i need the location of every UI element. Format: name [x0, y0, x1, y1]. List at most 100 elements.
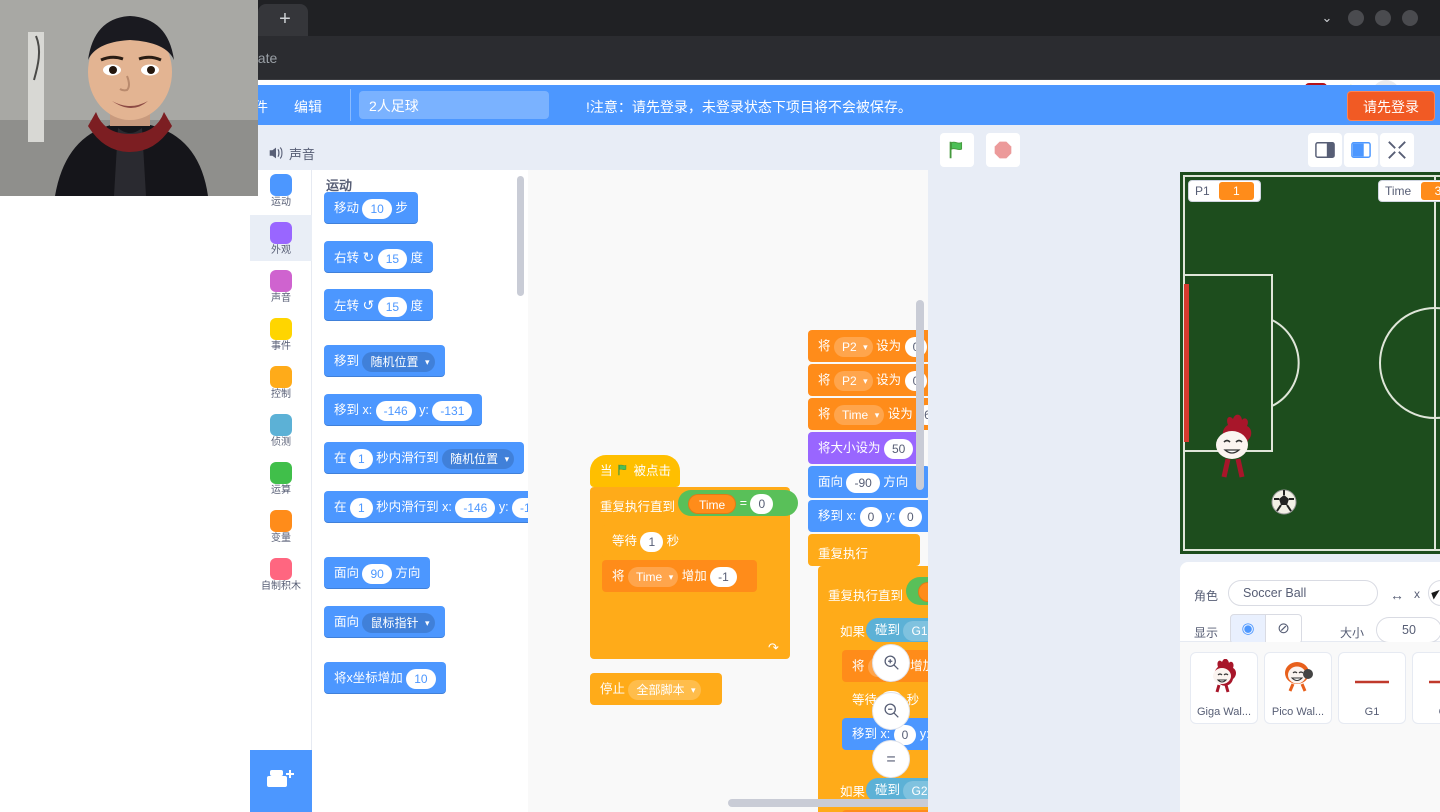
show-hidden-button[interactable]: ⊘ — [1266, 614, 1302, 644]
code-canvas[interactable]: 当 被点击重复执行直到Time = 0等待 1 秒将 Time 增加 -1↷停止… — [528, 170, 928, 812]
category-3[interactable]: 声音 — [250, 268, 312, 316]
sprite-thumbnail — [1191, 658, 1257, 698]
sprite-thumbnail — [1265, 659, 1331, 698]
palette-block-b7[interactable]: 在 1 秒内滑行到 x: -146 y: -131 — [324, 491, 528, 523]
webcam-video-overlay — [0, 0, 258, 196]
stage-svg — [1180, 172, 1440, 554]
show-visible-button[interactable]: ◉ — [1230, 614, 1266, 644]
category-9[interactable]: 自制积木 — [250, 556, 312, 604]
size-label: 大小 — [1340, 626, 1365, 640]
monitor-label: Time — [1385, 184, 1412, 198]
palette-block-b4[interactable]: 移到 随机位置 — [324, 345, 445, 377]
block-stop-all[interactable]: 停止 全部脚本 — [590, 673, 722, 705]
block-point-direction[interactable]: 面向 -90 方向 — [808, 466, 928, 498]
palette-block-b10[interactable]: 将x坐标增加 10 — [324, 662, 446, 694]
block-change-time-by[interactable]: 将 Time 增加 -1 — [602, 560, 757, 592]
palette-block-b6[interactable]: 在 1 秒内滑行到 随机位置 — [324, 442, 525, 474]
block-set-time[interactable]: 将 Time 设为 60 — [808, 398, 928, 430]
block-set-p2[interactable]: 将 P2 设为 0 — [808, 330, 928, 362]
category-5[interactable]: 控制 — [250, 364, 312, 412]
category-7[interactable]: 运算 — [250, 460, 312, 508]
category-6[interactable]: 侦测 — [250, 412, 312, 460]
window-minimize-button[interactable] — [1348, 10, 1364, 26]
stop-button[interactable] — [986, 133, 1020, 167]
login-button[interactable]: 请先登录 — [1347, 91, 1435, 121]
block-set-size[interactable]: 将大小设为 50 — [808, 432, 920, 464]
category-color-dot — [270, 318, 292, 340]
category-label: 控制 — [271, 389, 291, 400]
window-close-button[interactable] — [1402, 10, 1418, 26]
repeat-until-score-label: 重复执行直到 — [828, 589, 904, 603]
palette-block-b5[interactable]: 移到 x: -146 y: -131 — [324, 394, 483, 426]
category-label: 声音 — [271, 293, 291, 304]
chevron-down-icon[interactable]: ⌄ — [1315, 8, 1339, 28]
sprite-info-panel: 角色 Soccer Ball ↔ x -146 ↕ y -131 显示 ◉ ⊘ … — [1180, 562, 1440, 644]
sprite-card-4[interactable]: G2 — [1412, 652, 1440, 724]
menu-edit[interactable]: 编辑 — [294, 97, 322, 117]
sprite-thumbnail — [1339, 675, 1405, 694]
x-label: x — [1414, 587, 1420, 601]
category-4[interactable]: 事件 — [250, 316, 312, 364]
zoom-out-button[interactable] — [872, 692, 910, 730]
category-1[interactable]: 运动 — [250, 172, 312, 220]
block-set-p2b[interactable]: 将 P2 设为 0 — [808, 364, 928, 396]
repeat-until-label: 重复执行直到 — [600, 500, 676, 514]
zoom-reset-button[interactable]: = — [872, 740, 910, 778]
small-stage-button[interactable] — [1308, 133, 1342, 167]
monitor-time[interactable]: Time 37 — [1378, 180, 1440, 202]
block-wait-seconds[interactable]: 等待 1 秒 — [602, 525, 710, 557]
green-flag-button[interactable] — [940, 133, 974, 167]
add-extension-icon — [267, 770, 294, 787]
palette-block-b3[interactable]: 左转 ↺ 15 度 — [324, 289, 434, 321]
category-color-dot — [270, 174, 292, 196]
category-color-dot — [270, 222, 292, 244]
code-horizontal-scrollbar[interactable] — [728, 799, 928, 807]
sprite-card-3[interactable]: G1 — [1338, 652, 1406, 724]
stage-display[interactable]: P1 1Time 37P2 1 — [1180, 172, 1440, 554]
project-title-input[interactable]: 2人足球 — [359, 91, 549, 119]
sprite-card-label: G1 — [1364, 706, 1380, 718]
size-input[interactable]: 50 — [1376, 617, 1440, 643]
add-extension-button[interactable] — [250, 750, 312, 812]
block-equals-condition[interactable]: Time = 0 — [678, 490, 798, 516]
sprite-card-2[interactable]: Pico Wal... — [1264, 652, 1332, 724]
zoom-in-button[interactable] — [872, 644, 910, 682]
sprite-name-input[interactable]: Soccer Ball — [1228, 580, 1378, 606]
window-maximize-button[interactable] — [1375, 10, 1391, 26]
category-label: 侦测 — [271, 437, 291, 448]
code-vertical-scrollbar[interactable] — [916, 300, 924, 490]
palette-block-b9[interactable]: 面向 鼠标指针 — [324, 606, 445, 638]
block-when-flag-clicked[interactable]: 当 被点击 — [590, 455, 680, 487]
block-palette[interactable]: 运动 移动 10 步右转 ↻ 15 度左转 ↺ 15 度移到 随机位置移到 x:… — [312, 170, 528, 812]
category-color-dot — [270, 270, 292, 292]
loop-arrow-icon: ↷ — [768, 640, 779, 655]
palette-scrollbar[interactable] — [517, 176, 524, 296]
left-white-area — [0, 125, 250, 812]
new-tab-button[interactable]: + — [271, 6, 299, 34]
palette-block-b2[interactable]: 右转 ↻ 15 度 — [324, 241, 434, 273]
category-color-dot — [270, 366, 292, 388]
sprite-card-label: G2 — [1413, 706, 1440, 718]
menu-divider — [350, 89, 351, 121]
tab-sounds[interactable]: 声音 — [255, 135, 353, 171]
tab-sounds-label: 声音 — [289, 147, 316, 162]
category-color-dot — [270, 558, 292, 580]
sprite-card-label: Giga Wal... — [1197, 706, 1251, 718]
category-label: 事件 — [271, 341, 291, 352]
forever-label: 重复执行 — [818, 547, 869, 561]
block-go-to-xy[interactable]: 移到 x: 0 y: 0 — [808, 500, 928, 532]
fullscreen-button[interactable] — [1380, 133, 1414, 167]
sprite-card-1[interactable]: Giga Wal... — [1190, 652, 1258, 724]
category-color-dot — [270, 462, 292, 484]
scratch-menu-bar: 件 编辑 2人足球 !注意：请先登录，未登录状态下项目将不会被保存。 请先登录 — [250, 85, 1440, 125]
palette-block-b8[interactable]: 面向 90 方向 — [324, 557, 431, 589]
palette-block-b1[interactable]: 移动 10 步 — [324, 192, 418, 224]
category-label: 变量 — [271, 533, 291, 544]
category-color-dot — [270, 510, 292, 532]
block-or-condition[interactable]: P1 = 5 或 P2 = 5 — [906, 577, 928, 605]
category-8[interactable]: 变量 — [250, 508, 312, 556]
monitor-p1[interactable]: P1 1 — [1188, 180, 1261, 202]
large-stage-button[interactable] — [1344, 133, 1378, 167]
sprite-list: Giga Wal...Pico Wal...G1G2Soccer Ball🗑 — [1180, 642, 1440, 812]
category-2[interactable]: 外观 — [250, 220, 312, 268]
